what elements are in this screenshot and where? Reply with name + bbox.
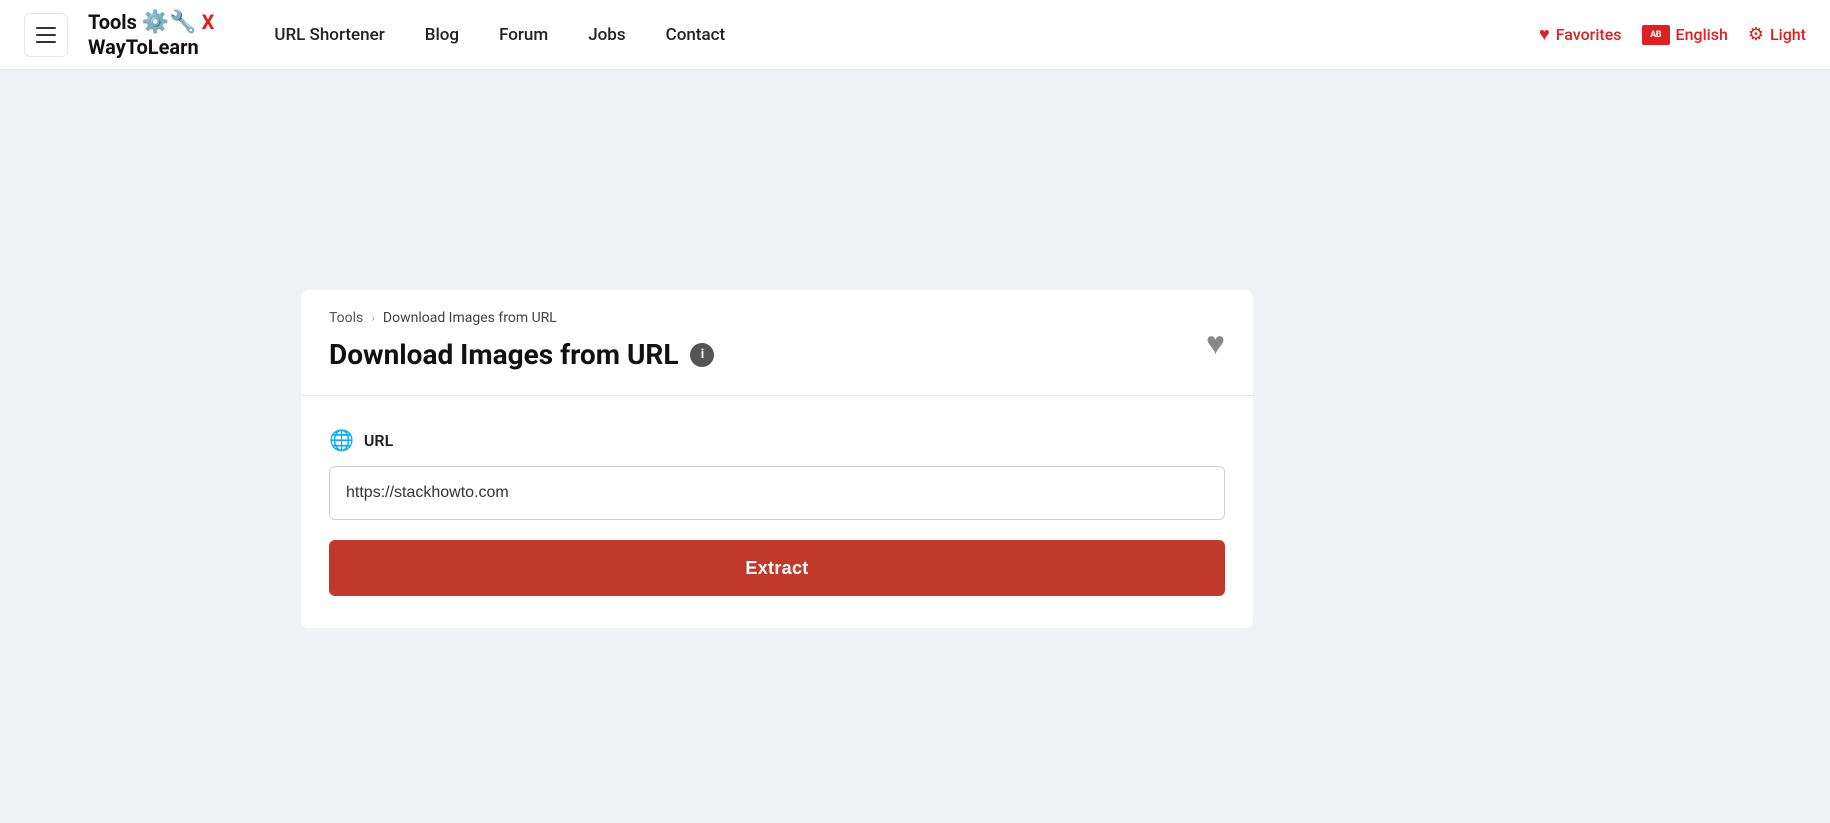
header-right: ♥ Favorites AB English ⚙ Light — [1539, 24, 1806, 45]
logo-x: X — [202, 10, 215, 34]
favorites-label: Favorites — [1556, 25, 1622, 44]
logo-text: Tools ⚙️🔧 X WayToLearn — [88, 11, 214, 57]
theme-button[interactable]: ⚙ Light — [1748, 24, 1806, 45]
logo[interactable]: Tools ⚙️🔧 X WayToLearn — [88, 11, 214, 57]
language-icon: AB — [1642, 25, 1670, 45]
page-title-row: Download Images from URL i — [329, 338, 1225, 371]
nav-forum[interactable]: Forum — [499, 25, 548, 45]
language-button[interactable]: AB English — [1642, 25, 1728, 45]
theme-label: Light — [1770, 25, 1806, 44]
page-title: Download Images from URL — [329, 338, 678, 371]
breadcrumb-chevron-icon: › — [371, 311, 375, 325]
language-label: English — [1676, 25, 1728, 44]
ad-banner-area — [0, 70, 1830, 290]
heart-icon: ♥ — [1539, 24, 1550, 45]
breadcrumb: Tools › Download Images from URL — [329, 310, 1225, 326]
url-input[interactable] — [329, 466, 1225, 520]
url-label: URL — [364, 431, 393, 450]
info-icon[interactable]: i — [690, 343, 714, 367]
breadcrumb-root-link[interactable]: Tools — [329, 310, 363, 326]
favorites-button[interactable]: ♥ Favorites — [1539, 24, 1622, 45]
content-layout: Tools › Download Images from URL Downloa… — [301, 290, 1529, 690]
language-icon-text: AB — [1650, 30, 1661, 40]
gear-icon: ⚙ — [1748, 24, 1764, 45]
globe-icon: 🌐 — [329, 428, 354, 452]
logo-line2: WayToLearn — [88, 35, 199, 59]
nav-contact[interactable]: Contact — [666, 25, 726, 45]
hamburger-line-3 — [36, 41, 56, 43]
url-label-row: 🌐 URL — [329, 428, 1225, 452]
favorite-heart-button[interactable]: ♥ — [1206, 327, 1225, 359]
side-ad-area — [1269, 290, 1529, 690]
main-content: Tools › Download Images from URL Downloa… — [285, 290, 1545, 690]
nav-url-shortener[interactable]: URL Shortener — [274, 25, 384, 45]
main-nav: URL Shortener Blog Forum Jobs Contact — [274, 25, 1539, 45]
extract-button[interactable]: Extract — [329, 540, 1225, 596]
nav-jobs[interactable]: Jobs — [588, 25, 625, 45]
hamburger-button[interactable] — [24, 13, 68, 57]
nav-blog[interactable]: Blog — [425, 25, 459, 45]
hamburger-line-2 — [36, 34, 56, 36]
hamburger-line-1 — [36, 27, 56, 29]
header: Tools ⚙️🔧 X WayToLearn URL Shortener Blo… — [0, 0, 1830, 70]
breadcrumb-current: Download Images from URL — [383, 310, 557, 326]
main-column: Tools › Download Images from URL Downloa… — [301, 290, 1253, 648]
logo-line1: Tools — [88, 10, 137, 34]
page-header-card: Tools › Download Images from URL Downloa… — [301, 290, 1253, 396]
tool-card: 🌐 URL Extract — [301, 396, 1253, 628]
side-column — [1269, 290, 1529, 690]
